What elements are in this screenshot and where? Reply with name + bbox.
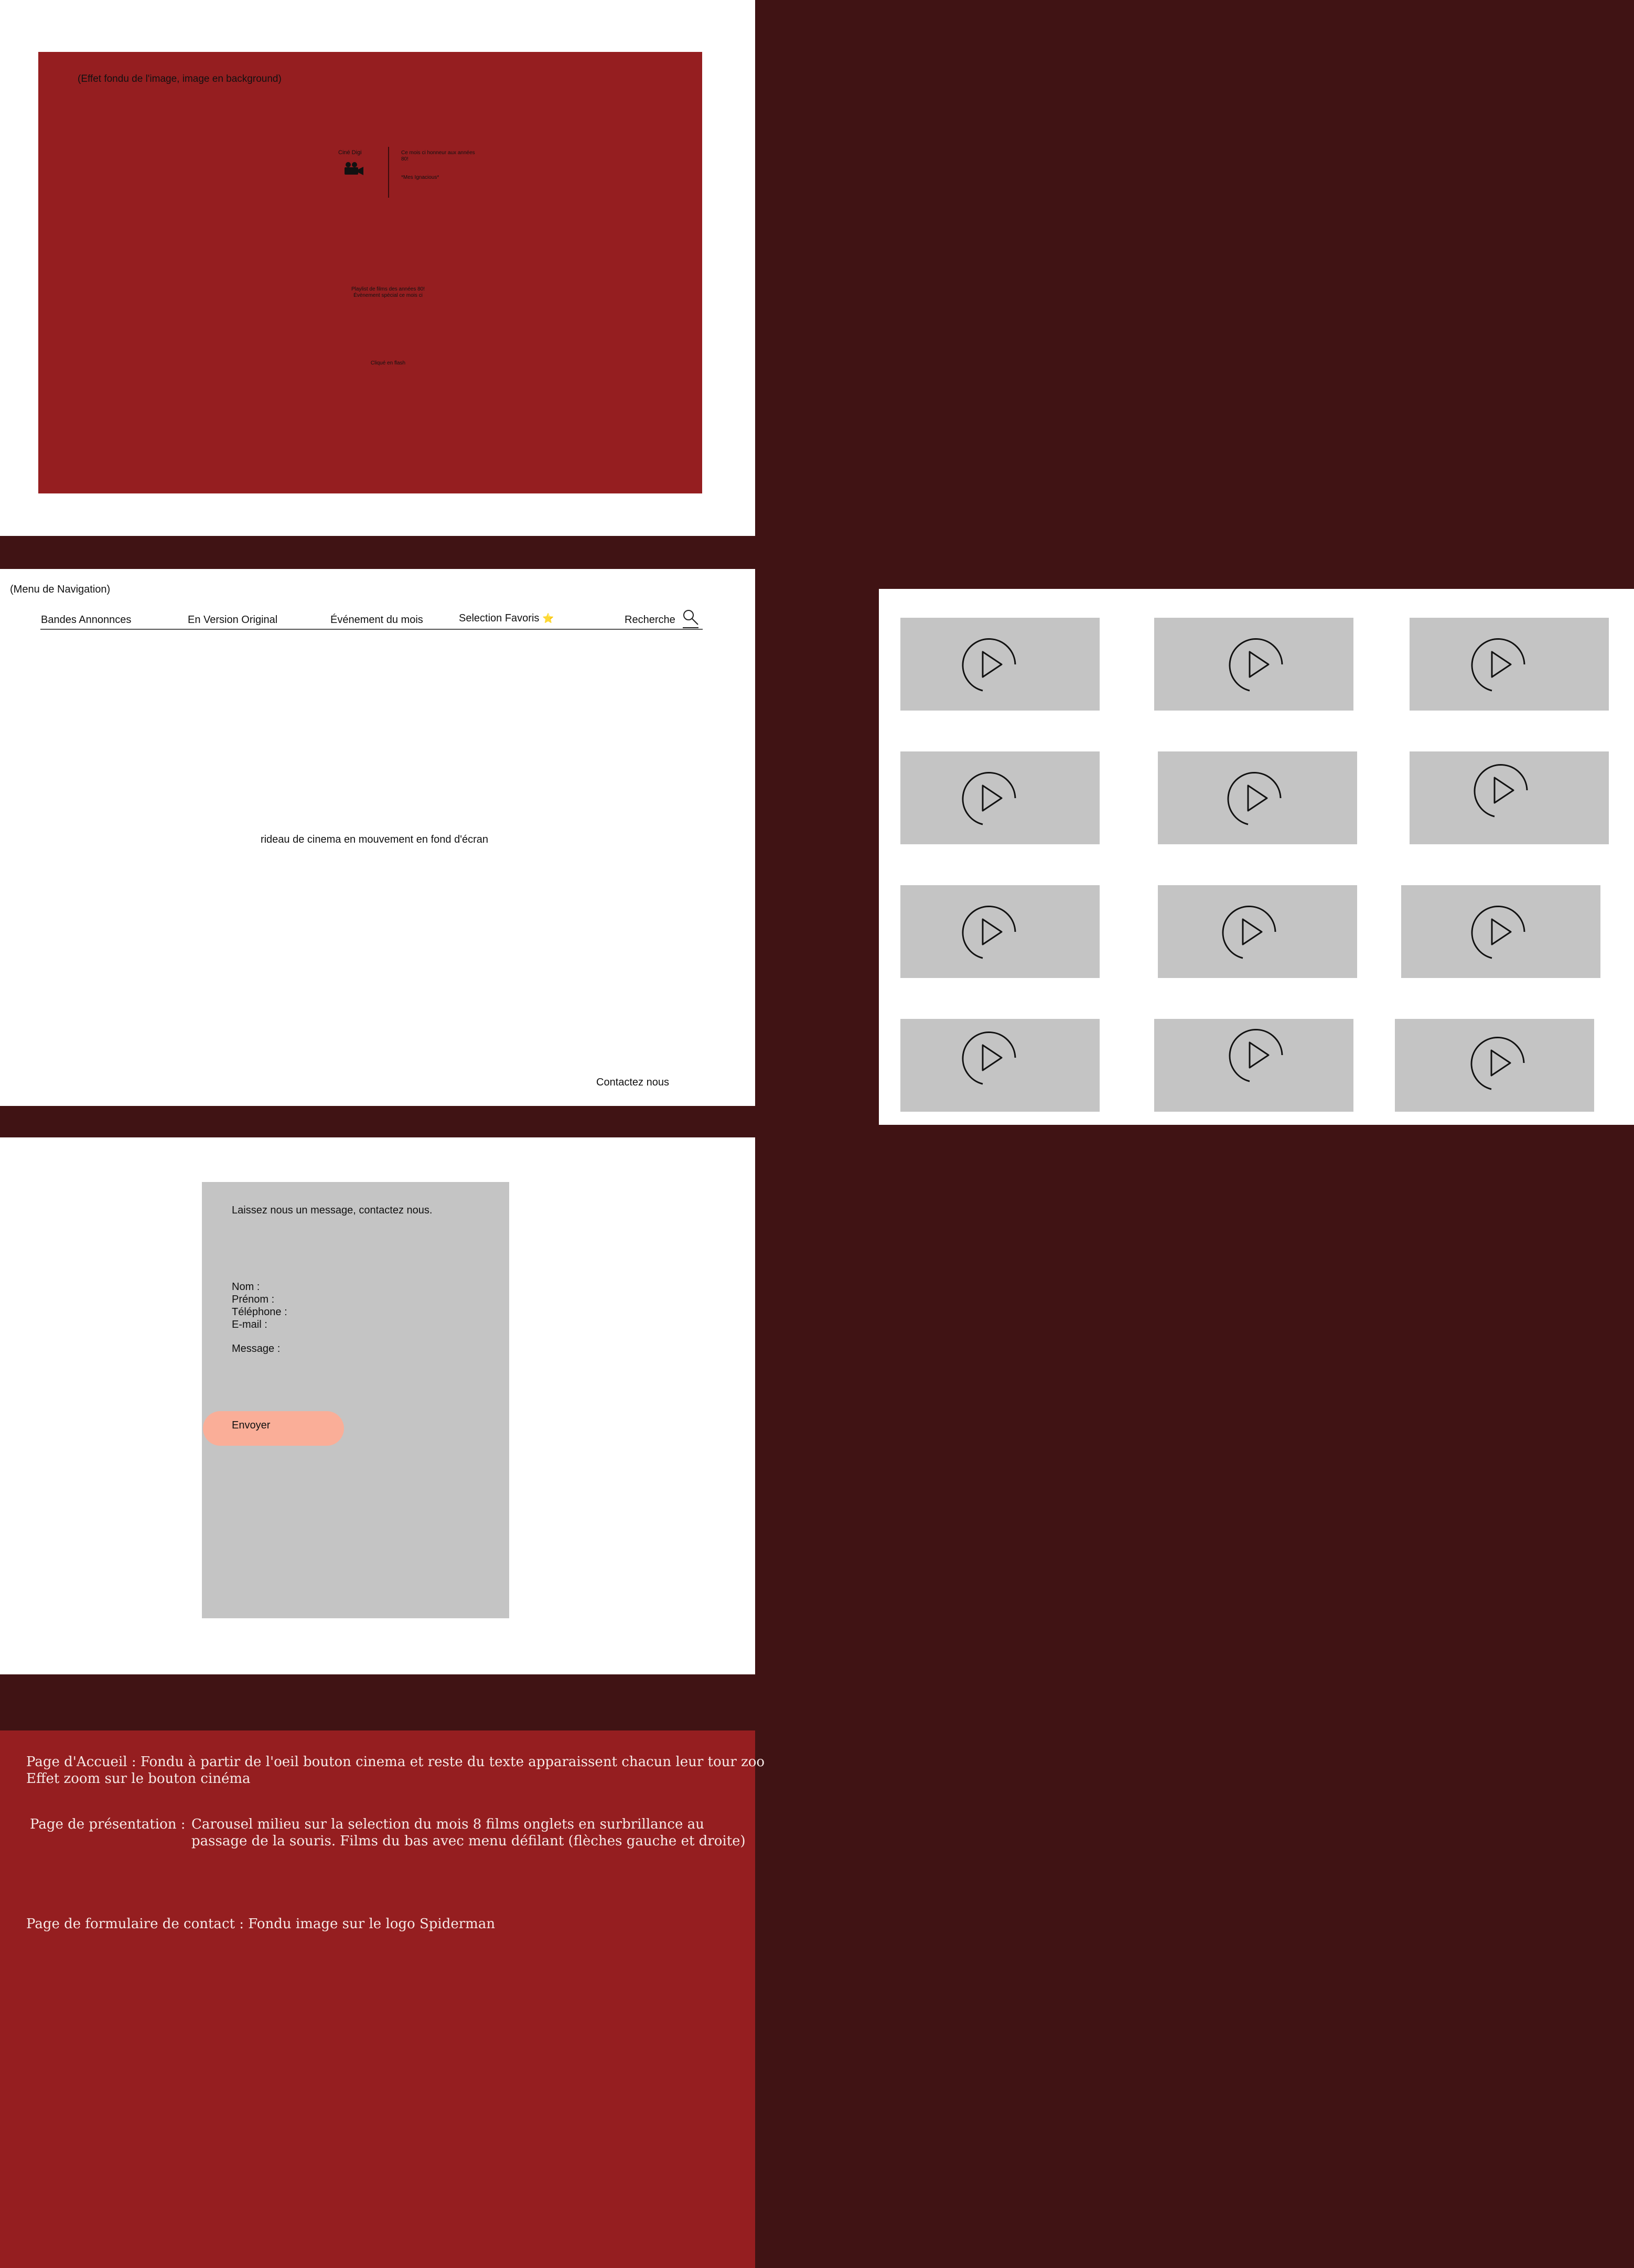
play-circle-icon <box>1471 638 1525 692</box>
nav-underline <box>40 629 703 630</box>
contact-form-fields: Nom : Prénom : Téléphone : E-mail : <box>232 1281 287 1331</box>
play-circle-icon <box>962 905 1016 959</box>
video-thumbnail[interactable] <box>1401 885 1600 978</box>
nav-item-event-of-month[interactable]: Événement du mois <box>330 614 423 626</box>
home-annotation: (Effet fondu de l'image, image en backgr… <box>78 73 282 84</box>
video-thumbnail[interactable] <box>1410 618 1609 711</box>
nav-item-favorites[interactable]: Selection Favoris ⭐ <box>459 612 554 625</box>
video-thumbnail[interactable] <box>1410 751 1609 844</box>
contact-link[interactable]: Contactez nous <box>596 1077 669 1089</box>
event-line-1: Playlist de films des années 80! <box>351 286 425 292</box>
play-circle-icon <box>1470 1036 1525 1090</box>
field-first-name[interactable]: Prénom : <box>232 1293 287 1306</box>
play-circle-icon <box>962 1031 1016 1085</box>
home-notes: Page d'Accueil : Fondu à partir de l'oei… <box>26 1754 765 1787</box>
video-thumbnail[interactable] <box>1154 1019 1353 1112</box>
click-hint[interactable]: Cliqué en flash <box>346 360 430 366</box>
play-circle-icon <box>1227 771 1282 825</box>
brand-label: Ciné Digi <box>338 149 362 156</box>
curtain-background-note: rideau de cinema en mouvement en fond d'… <box>260 834 489 845</box>
play-circle-icon <box>962 771 1016 825</box>
home-page-frame: (Effet fondu de l'image, image en backgr… <box>0 0 755 536</box>
video-thumbnail[interactable] <box>900 1019 1100 1112</box>
contact-page-frame: Laissez nous un message, contactez nous.… <box>0 1137 755 1674</box>
contact-form-title: Laissez nous un message, contactez nous. <box>232 1205 433 1216</box>
navigation-annotation: (Menu de Navigation) <box>10 584 111 595</box>
tagline: Ce mois ci honneur aux années 80! <box>401 150 475 162</box>
tagline-sub: *Mes Ignacious* <box>401 175 439 180</box>
event-line-2: Évènement spécial ce mois ci <box>353 293 423 298</box>
home-note-line-2: Effet zoom sur le bouton cinéma <box>26 1771 251 1787</box>
video-thumbnail[interactable] <box>1158 751 1357 844</box>
video-thumbnail[interactable] <box>1395 1019 1594 1112</box>
video-grid-frame <box>879 589 1634 1125</box>
event-text: Playlist de films des années 80! Évèneme… <box>294 286 482 299</box>
nav-item-favorites-label: Selection Favoris <box>459 612 540 624</box>
video-thumbnail[interactable] <box>900 618 1100 711</box>
video-thumbnail[interactable] <box>900 885 1100 978</box>
field-last-name[interactable]: Nom : <box>232 1281 287 1293</box>
field-message[interactable]: Message : <box>232 1343 280 1355</box>
video-thumbnail[interactable] <box>900 751 1100 844</box>
play-circle-icon <box>1229 1028 1283 1082</box>
brand-divider <box>388 147 389 198</box>
hero-background <box>38 52 702 493</box>
contact-note: Page de formulaire de contact : Fondu im… <box>26 1916 496 1932</box>
presentation-note-label: Page de présentation : <box>30 1816 186 1832</box>
field-email[interactable]: E-mail : <box>232 1318 287 1331</box>
play-circle-icon <box>962 638 1016 692</box>
video-thumbnail[interactable] <box>1154 618 1353 711</box>
notes-frame: Page d'Accueil : Fondu à partir de l'oei… <box>0 1730 765 2268</box>
nav-item-trailers[interactable]: Bandes Annonnces <box>41 614 131 626</box>
play-circle-icon <box>1471 905 1525 959</box>
star-icon: ⭐ <box>542 613 554 624</box>
play-circle-icon <box>1474 764 1528 818</box>
navigation-page-frame: (Menu de Navigation) Bandes Annonnces En… <box>0 569 755 1106</box>
field-phone[interactable]: Téléphone : <box>232 1306 287 1318</box>
play-circle-icon <box>1222 905 1276 959</box>
contact-form-card <box>202 1182 509 1618</box>
movie-camera-icon[interactable] <box>343 161 364 177</box>
nav-item-original-version[interactable]: En Version Original <box>188 614 277 626</box>
home-note-line-1: Page d'Accueil : Fondu à partir de l'oei… <box>26 1754 765 1770</box>
search-icon[interactable] <box>682 609 700 629</box>
send-button[interactable]: Envoyer <box>203 1411 344 1446</box>
play-circle-icon <box>1229 638 1283 692</box>
nav-item-search[interactable]: Recherche <box>625 614 675 626</box>
video-thumbnail[interactable] <box>1158 885 1357 978</box>
presentation-note-text: Carousel milieu sur la selection du mois… <box>191 1816 746 1849</box>
